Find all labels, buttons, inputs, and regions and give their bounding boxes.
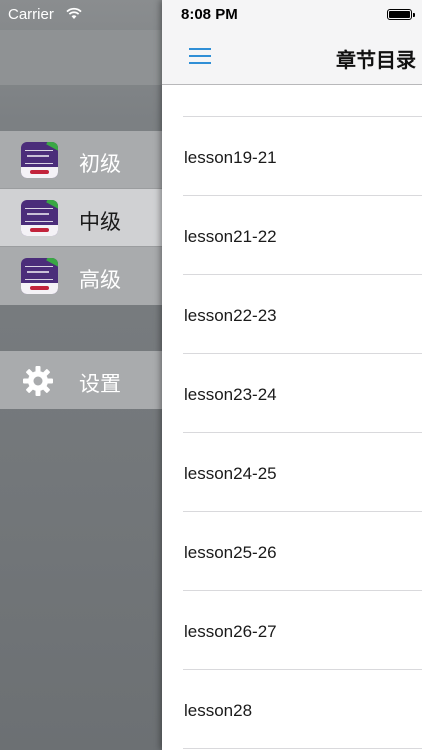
lesson-title: lesson23-24 <box>184 385 277 404</box>
list-item[interactable]: lesson28 <box>162 670 422 749</box>
list-item[interactable]: lesson25-26 <box>162 512 422 591</box>
list-item[interactable]: lesson22-23 <box>162 275 422 354</box>
level-menu: 初级 中级 高级 <box>0 131 162 305</box>
side-menu: Carrier 初级 中级 高级 设置 <box>0 0 162 750</box>
sidebar-header <box>0 30 162 85</box>
wifi-icon <box>66 7 82 19</box>
sidebar-item-beginner[interactable]: 初级 <box>0 131 162 189</box>
sidebar-item-label: 高级 <box>79 269 121 292</box>
lesson-title: lesson26-27 <box>184 622 277 641</box>
list-item[interactable]: lesson23-24 <box>162 354 422 433</box>
list-item[interactable]: lesson21-22 <box>162 196 422 275</box>
page-title: 章节目录 <box>336 50 416 72</box>
book-cover-icon <box>21 200 58 236</box>
navigation-bar: 章节目录 <box>162 30 422 85</box>
gear-icon <box>23 366 53 396</box>
lesson-title: lesson21-22 <box>184 227 277 246</box>
status-time: 8:08 PM <box>181 6 238 23</box>
settings-menu: 设置 <box>0 351 162 409</box>
lesson-title: lesson28 <box>184 701 253 720</box>
sidebar-item-settings[interactable]: 设置 <box>0 351 162 409</box>
lesson-title: lesson22-23 <box>184 306 277 325</box>
book-cover-icon <box>21 142 58 178</box>
lesson-title: lesson19-21 <box>184 148 277 167</box>
lesson-list: lesson19-21 lesson21-22 lesson22-23 lesson2… <box>162 85 422 749</box>
battery-fill <box>389 11 410 18</box>
sidebar-item-advanced[interactable]: 高级 <box>0 247 162 305</box>
lesson-title: lesson24-25 <box>184 464 277 483</box>
list-item[interactable]: lesson26-27 <box>162 591 422 670</box>
sidebar-item-intermediate[interactable]: 中级 <box>0 189 162 247</box>
list-item[interactable]: lesson19-21 <box>162 117 422 196</box>
book-cover-icon <box>21 258 58 294</box>
sidebar-item-label: 初级 <box>79 153 121 176</box>
carrier-label: Carrier <box>8 6 54 23</box>
hamburger-menu-icon[interactable] <box>186 43 214 71</box>
chapter-panel: 8:08 PM 章节目录 lesson19-21 lesson21-22 lesso… <box>162 0 422 750</box>
list-top-separator <box>183 85 422 117</box>
lesson-title: lesson25-26 <box>184 543 277 562</box>
sidebar-status-bar: Carrier <box>0 0 162 30</box>
battery-icon <box>387 9 415 20</box>
sidebar-item-label: 中级 <box>79 211 121 234</box>
sidebar-item-label: 设置 <box>79 373 121 396</box>
list-item[interactable]: lesson24-25 <box>162 433 422 512</box>
status-bar: 8:08 PM <box>162 0 422 30</box>
